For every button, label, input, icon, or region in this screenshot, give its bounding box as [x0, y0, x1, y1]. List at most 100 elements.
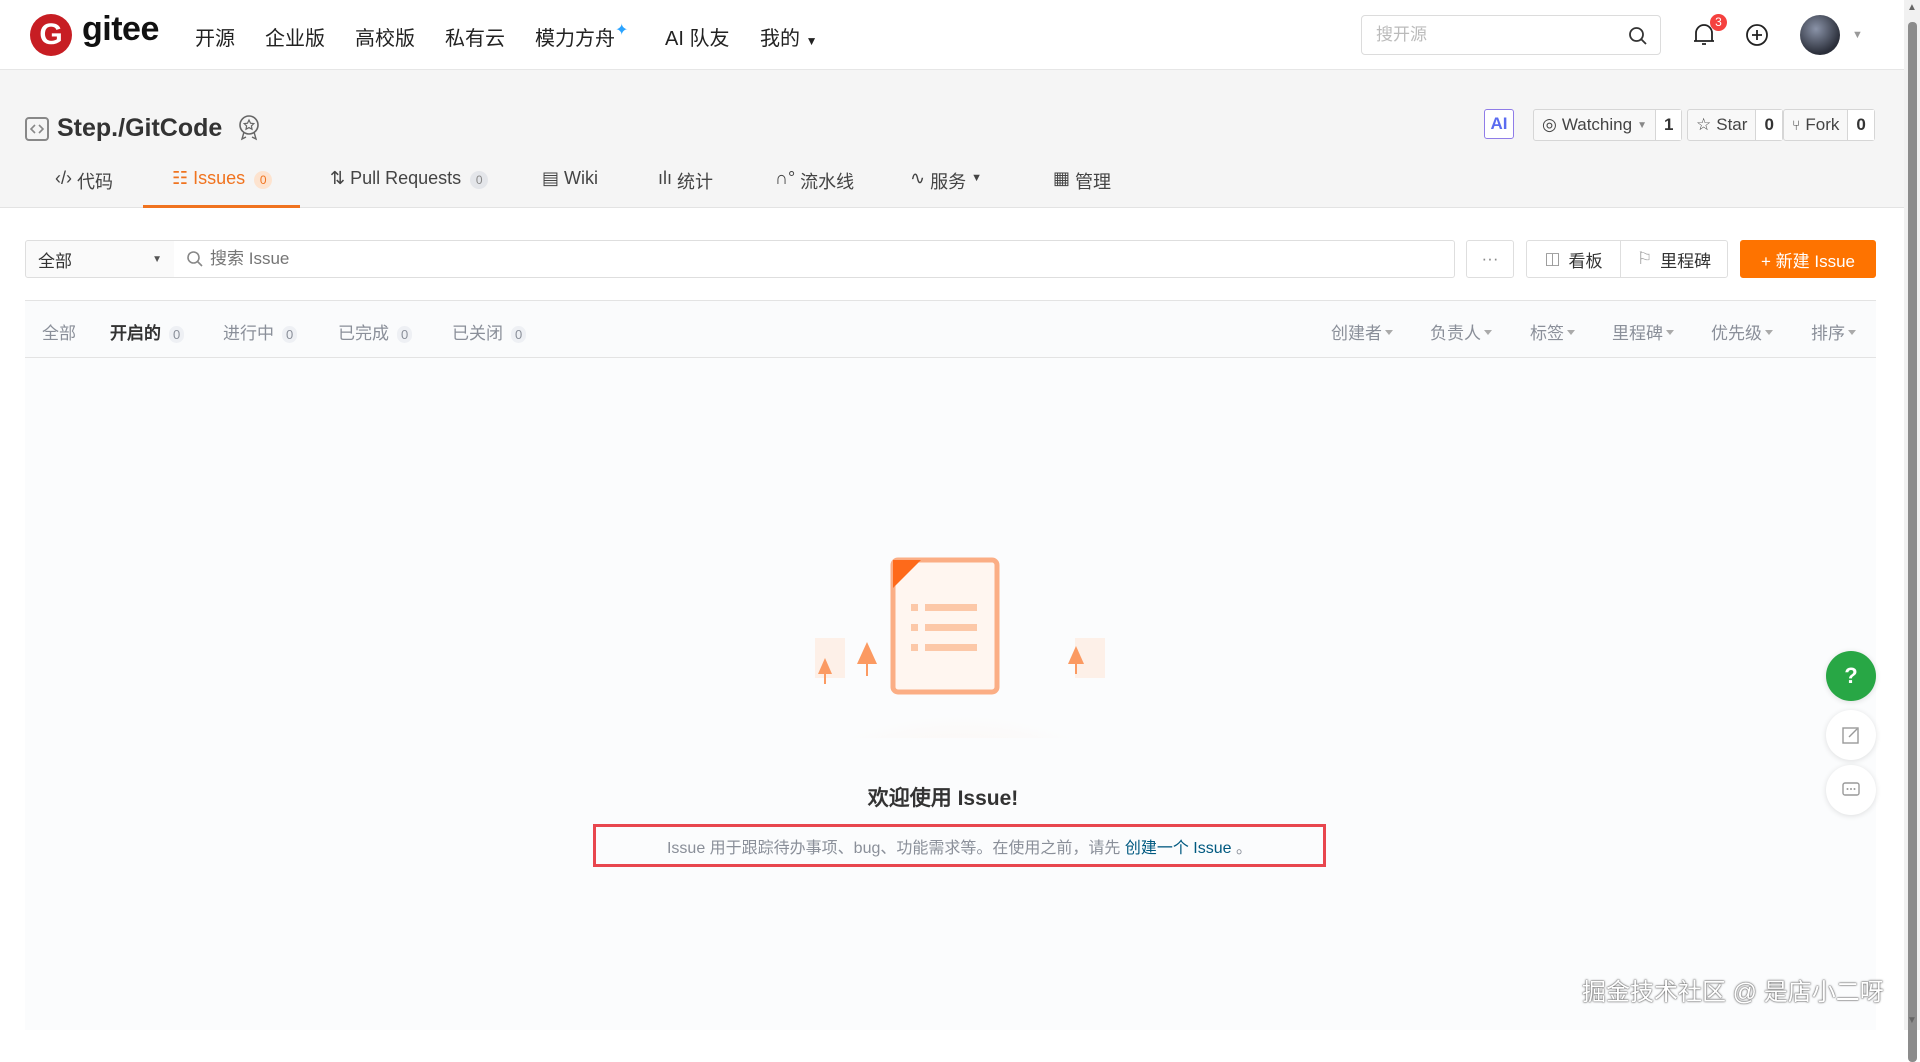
- filter-assignee[interactable]: 负责人: [1430, 319, 1492, 344]
- status-filter-bar: 全部 开启的 0 进行中 0 已完成 0 已关闭 0 创建者 负责人 标签 里程碑 优先…: [25, 300, 1876, 358]
- status-tab-open[interactable]: 开启的 0: [110, 319, 185, 344]
- global-search[interactable]: [1361, 15, 1661, 55]
- star-label: Star: [1716, 115, 1748, 134]
- filter-milestone[interactable]: 里程碑: [1612, 319, 1674, 344]
- book-icon: ▤: [542, 168, 560, 188]
- status-count: 0: [397, 326, 413, 343]
- status-tab-done[interactable]: 已完成 0: [338, 319, 413, 344]
- tab-count: 0: [254, 171, 273, 189]
- search-icon[interactable]: [1628, 26, 1648, 46]
- edit-icon: [1842, 727, 1859, 744]
- milestone-button[interactable]: ⚐ 里程碑: [1621, 241, 1727, 277]
- avatar[interactable]: [1800, 15, 1840, 55]
- board-button[interactable]: ◫ 看板: [1527, 241, 1621, 277]
- scroll-up-icon[interactable]: ▲: [1907, 2, 1917, 13]
- help-button[interactable]: ?: [1826, 651, 1876, 701]
- fork-label: Fork: [1805, 115, 1840, 134]
- scope-select[interactable]: 全部 ▼: [25, 240, 175, 278]
- watch-count[interactable]: 1: [1654, 110, 1682, 140]
- flag-icon: ⚐: [1636, 249, 1653, 268]
- fork-count[interactable]: 0: [1847, 110, 1874, 140]
- star-button[interactable]: ☆ Star 0: [1687, 109, 1783, 141]
- caret-down-icon: ▼: [971, 172, 982, 184]
- chat-button[interactable]: [1826, 765, 1876, 815]
- repo-title[interactable]: Step./GitCode: [57, 114, 222, 143]
- logo-text[interactable]: gitee: [82, 10, 159, 49]
- empty-description: Issue 用于跟踪待办事项、bug、功能需求等。在使用之前，请先 创建一个 I…: [593, 824, 1326, 867]
- filter-priority[interactable]: 优先级: [1711, 319, 1773, 344]
- nav-moli-label: 模力方舟: [535, 28, 615, 50]
- status-tab-progressing[interactable]: 进行中 0: [223, 319, 298, 344]
- scroll-down-icon[interactable]: ▼: [1907, 1015, 1917, 1026]
- watch-button[interactable]: ◎ Watching ▼ 1: [1533, 109, 1683, 141]
- tab-label: 统计: [677, 172, 714, 192]
- status-label: 已关闭: [452, 324, 503, 343]
- nav-enterprise[interactable]: 企业版: [265, 22, 325, 51]
- gitee-logo-icon[interactable]: G: [30, 14, 72, 56]
- nav-private-cloud[interactable]: 私有云: [445, 22, 505, 51]
- tab-code[interactable]: ‹/› 代码: [55, 168, 113, 208]
- tab-wiki[interactable]: ▤ Wiki: [542, 168, 598, 208]
- nav-ai-teammate[interactable]: AI 队友: [665, 22, 729, 51]
- new-issue-button[interactable]: + 新建 Issue: [1740, 240, 1876, 278]
- status-count: 0: [282, 326, 298, 343]
- search-icon: [187, 251, 203, 267]
- nav-moli[interactable]: 模力方舟✦: [535, 22, 628, 51]
- eye-icon: ◎: [1542, 115, 1557, 134]
- status-count: 0: [169, 326, 185, 343]
- status-tab-all[interactable]: 全部: [42, 319, 76, 344]
- caret-down-icon: ▼: [805, 34, 818, 48]
- repo-code-icon: [25, 117, 49, 141]
- fork-icon: ⑂: [1792, 117, 1801, 133]
- scrollbar[interactable]: ▲ ▼: [1904, 0, 1920, 1062]
- tab-label: 服务: [930, 172, 967, 192]
- nav-university[interactable]: 高校版: [355, 22, 415, 51]
- nav-open-source[interactable]: 开源: [195, 22, 235, 51]
- watermark: 掘金技术社区 @ 是店小二呀: [1582, 979, 1884, 1006]
- empty-state: 欢迎使用 Issue! Issue 用于跟踪待办事项、bug、功能需求等。在使用…: [25, 358, 1876, 1030]
- empty-desc-end: 。: [1235, 839, 1252, 857]
- plus-circle-icon[interactable]: [1745, 23, 1769, 47]
- active-tab-indicator: [143, 205, 300, 208]
- badge-icon[interactable]: [237, 114, 261, 142]
- nav-mine[interactable]: 我的 ▼: [760, 22, 817, 51]
- issue-search-input[interactable]: [210, 249, 1454, 269]
- code-icon: ‹/›: [55, 168, 72, 188]
- tab-stats[interactable]: ılı 统计: [658, 168, 713, 208]
- filter-sort[interactable]: 排序: [1811, 319, 1856, 344]
- issues-icon: ☷: [172, 168, 189, 188]
- feedback-edit-button[interactable]: [1826, 710, 1876, 760]
- tab-label: 管理: [1075, 172, 1112, 192]
- more-button[interactable]: ···: [1466, 240, 1514, 278]
- caret-down-icon: ▼: [1637, 119, 1647, 131]
- star-icon: ☆: [1696, 115, 1712, 134]
- issue-search[interactable]: [174, 240, 1455, 278]
- status-tab-closed[interactable]: 已关闭 0: [452, 319, 527, 344]
- tab-issues[interactable]: ☷ Issues 0: [172, 168, 273, 208]
- tab-label: Issues: [193, 168, 246, 188]
- chat-icon: [1842, 782, 1860, 796]
- star-count[interactable]: 0: [1755, 110, 1782, 140]
- empty-document-illustration: [790, 557, 1130, 738]
- caret-down-icon: ▼: [152, 253, 162, 265]
- fork-button[interactable]: ⑂ Fork 0: [1783, 109, 1875, 141]
- empty-desc-text: Issue 用于跟踪待办事项、bug、功能需求等。在使用之前，请先: [666, 839, 1121, 857]
- tab-services[interactable]: ∿ 服务 ▼: [910, 168, 982, 208]
- avatar-caret-icon[interactable]: ▼: [1852, 29, 1863, 41]
- tab-pipeline[interactable]: ∩° 流水线: [775, 168, 854, 208]
- status-label: 开启的: [110, 324, 161, 343]
- ai-button[interactable]: AI: [1484, 109, 1514, 139]
- tab-pull-requests[interactable]: ⇅ Pull Requests 0: [330, 168, 489, 208]
- tab-manage[interactable]: ▦ 管理: [1053, 168, 1111, 208]
- status-count: 0: [511, 326, 527, 343]
- create-issue-link[interactable]: 创建一个 Issue: [1125, 834, 1232, 858]
- scrollbar-thumb[interactable]: [1908, 22, 1917, 1062]
- manage-icon: ▦: [1053, 168, 1071, 188]
- filter-label[interactable]: 标签: [1530, 319, 1575, 344]
- board-icon: ◫: [1544, 249, 1561, 268]
- tab-count: 0: [470, 171, 489, 189]
- filter-author[interactable]: 创建者: [1331, 319, 1393, 344]
- global-search-input[interactable]: [1362, 16, 1602, 54]
- milestone-label: 里程碑: [1660, 251, 1712, 271]
- tab-label: Wiki: [564, 168, 599, 188]
